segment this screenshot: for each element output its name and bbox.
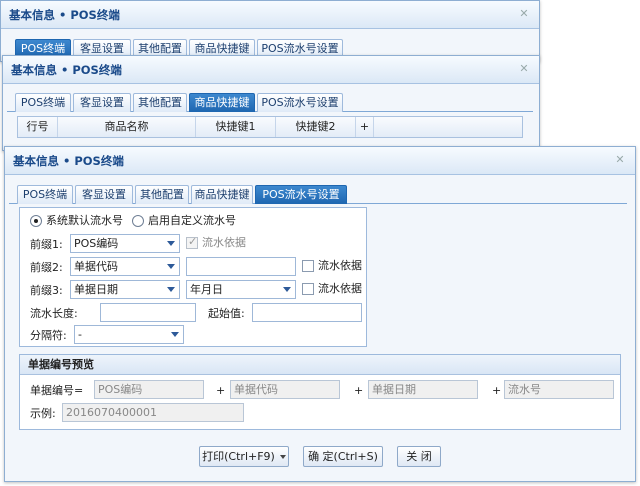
window-title: 基本信息 • POS终端 [11,63,122,77]
number-preview-panel: 单据编号预览 单据编号= POS编码 + 单据代码 + 单据日期 + 流水号 示… [19,354,621,430]
tab-customer-display[interactable]: 客显设置 [73,93,131,112]
separator-select[interactable]: - [74,325,184,344]
example-value: 2016070400001 [62,403,244,422]
column-header-shortcut-1[interactable]: 快捷键1 [196,117,276,137]
prefix1-serial-basis-checkbox [186,235,198,249]
window-header[interactable]: 基本信息 • POS终端 ✕ [3,56,539,84]
prefix3-select[interactable]: 单据日期 [70,280,180,299]
doc-number-label: 单据编号= [30,384,84,397]
tab-product-shortcuts[interactable]: 商品快捷键 [189,93,255,112]
preview-title: 单据编号预览 [20,355,620,375]
prefix1-label: 前缀1: [30,238,63,251]
prefix1-select[interactable]: POS编码 [70,234,180,253]
plus-sign: + [216,384,226,397]
tab-customer-display[interactable]: 客显设置 [75,185,133,204]
window-title: 基本信息 • POS终端 [9,8,120,22]
prefix1-serial-basis-label: 流水依据 [202,236,246,249]
preview-part-doc-code: 单据代码 [230,380,340,399]
prefix3-serial-basis-checkbox[interactable] [302,283,314,295]
print-button[interactable]: 打印(Ctrl+F9) [199,446,289,467]
separator-value: - [78,328,82,341]
chevron-down-icon[interactable] [167,241,175,246]
window-pos-terminal-middle: 基本信息 • POS终端 ✕ POS终端 客显设置 其他配置 商品快捷键 POS… [2,55,540,151]
tab-pos-serial-settings[interactable]: POS流水号设置 [257,93,343,112]
chevron-down-icon[interactable] [283,287,291,292]
start-value-input[interactable] [252,303,362,322]
chevron-down-icon[interactable] [167,287,175,292]
column-header-shortcut-2[interactable]: 快捷键2 [276,117,356,137]
prefix3-format-select[interactable]: 年月日 [186,280,296,299]
prefix2-serial-basis-label: 流水依据 [318,259,362,272]
prefix2-select[interactable]: 单据代码 [70,257,180,276]
prefix2-serial-basis-checkbox[interactable] [302,260,314,272]
chevron-down-icon[interactable] [279,455,286,459]
serial-length-input[interactable] [100,303,196,322]
plus-sign: + [354,384,364,397]
prefix3-label: 前缀3: [30,284,63,297]
tab-bar: POS终端 客显设置 其他配置 商品快捷键 POS流水号设置 [7,93,533,112]
prefix3-value: 单据日期 [74,283,118,296]
close-icon[interactable]: ✕ [613,153,627,167]
close-icon[interactable]: ✕ [517,7,531,21]
prefix2-extra-input[interactable] [186,257,296,276]
preview-part-pos-code: POS编码 [94,380,204,399]
column-header-product-name[interactable]: 商品名称 [58,117,196,137]
confirm-button[interactable]: 确 定(Ctrl+S) [303,446,383,467]
radio-system-default-label: 系统默认流水号 [46,214,123,227]
tab-product-shortcuts[interactable]: 商品快捷键 [191,185,253,204]
plus-sign: + [492,384,502,397]
close-icon[interactable]: ✕ [517,62,531,76]
prefix3-serial-basis-label: 流水依据 [318,282,362,295]
prefix3-format-value: 年月日 [190,283,223,296]
chevron-down-icon[interactable] [171,332,179,337]
prefix1-value: POS编码 [74,237,119,250]
tab-pos-terminal[interactable]: POS终端 [15,93,71,112]
start-value-label: 起始值: [208,307,245,320]
window-header[interactable]: 基本信息 • POS终端 ✕ [5,147,635,175]
tab-other-config[interactable]: 其他配置 [133,93,187,112]
window-header[interactable]: 基本信息 • POS终端 ✕ [1,1,539,29]
add-column-button[interactable]: + [356,117,374,137]
radio-system-default[interactable] [30,215,42,227]
example-label: 示例: [30,407,56,420]
radio-custom-serial-label: 启用自定义流水号 [148,214,236,227]
shortcut-grid-header: 行号 商品名称 快捷键1 快捷键2 + [17,116,523,138]
window-title: 基本信息 • POS终端 [13,154,124,168]
serial-length-label: 流水长度: [30,307,78,320]
window-pos-terminal-back: 基本信息 • POS终端 ✕ POS终端 客显设置 其他配置 商品快捷键 POS… [0,0,540,62]
print-button-label: 打印(Ctrl+F9) [202,450,275,463]
tab-pos-serial-settings[interactable]: POS流水号设置 [255,185,347,204]
separator-label: 分隔符: [30,329,67,342]
radio-custom-serial[interactable] [132,215,144,227]
preview-part-doc-date: 单据日期 [368,380,478,399]
prefix2-label: 前缀2: [30,261,63,274]
tab-other-config[interactable]: 其他配置 [135,185,189,204]
chevron-down-icon[interactable] [167,264,175,269]
close-button[interactable]: 关 闭 [397,446,441,467]
serial-settings-panel: 系统默认流水号 启用自定义流水号 前缀1: POS编码 流水依据 前缀2: 单据… [19,207,367,347]
column-header-row-number[interactable]: 行号 [18,117,58,137]
preview-part-serial: 流水号 [504,380,614,399]
window-pos-serial-settings: 基本信息 • POS终端 ✕ POS终端 客显设置 其他配置 商品快捷键 POS… [4,146,636,482]
tab-bar: POS终端 客显设置 其他配置 商品快捷键 POS流水号设置 [9,185,627,204]
prefix2-value: 单据代码 [74,260,118,273]
tab-pos-terminal[interactable]: POS终端 [17,185,73,204]
